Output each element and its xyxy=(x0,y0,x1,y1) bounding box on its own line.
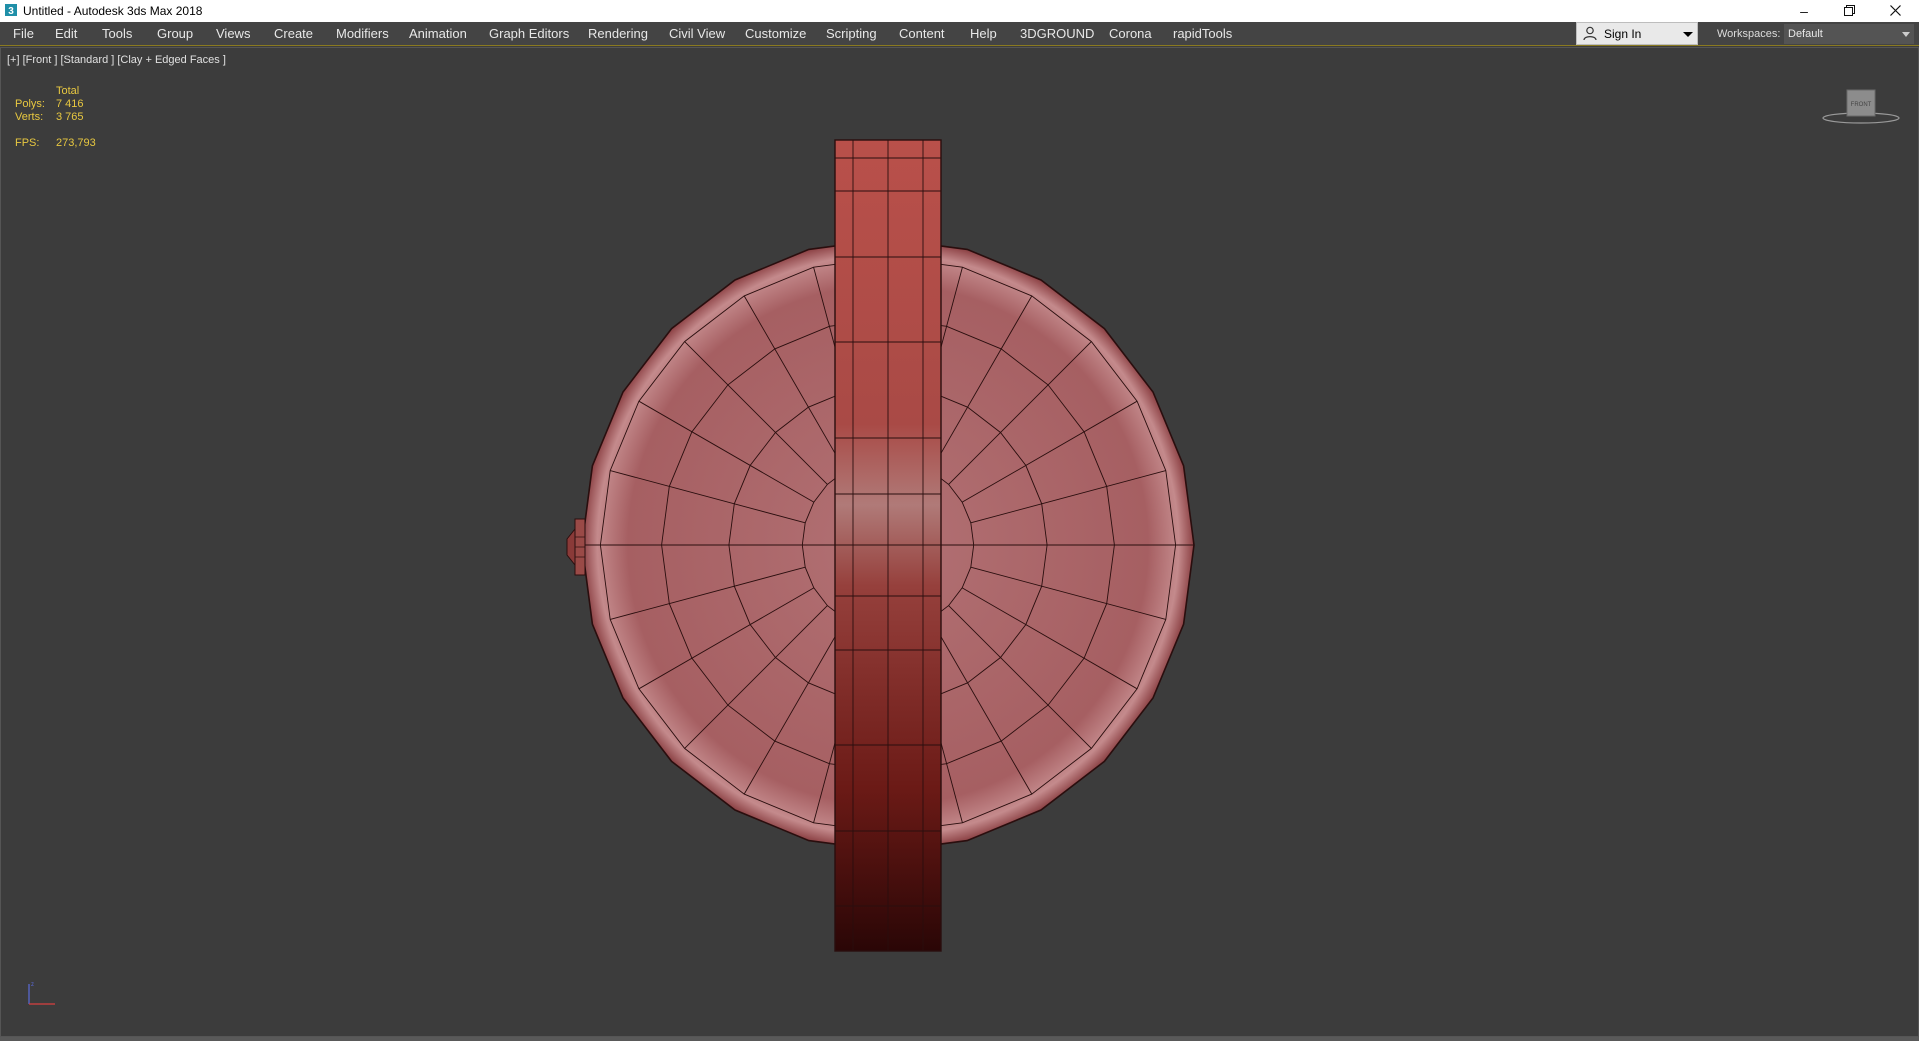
svg-text:z: z xyxy=(31,982,34,988)
menu-create[interactable]: Create xyxy=(274,26,313,41)
bar-mesh[interactable] xyxy=(834,139,942,952)
menu-animation[interactable]: Animation xyxy=(409,26,467,41)
menu-customize[interactable]: Customize xyxy=(745,26,806,41)
window-title: Untitled - Autodesk 3ds Max 2018 xyxy=(23,4,203,18)
sign-in-dropdown[interactable]: Sign In xyxy=(1576,22,1698,45)
title-bar: 3 Untitled - Autodesk 3ds Max 2018 – xyxy=(0,0,1919,22)
menu-scripting[interactable]: Scripting xyxy=(826,26,877,41)
menu-views[interactable]: Views xyxy=(216,26,250,41)
verts-value: 3 765 xyxy=(56,111,84,123)
fps-label: FPS: xyxy=(15,137,40,149)
menu-group[interactable]: Group xyxy=(157,26,193,41)
scene-canvas[interactable] xyxy=(1,48,1918,1036)
menu-content[interactable]: Content xyxy=(899,26,945,41)
chevron-down-icon xyxy=(1683,32,1693,37)
chevron-down-icon xyxy=(1902,32,1910,37)
viewport-label[interactable]: [+] [Front ] [Standard ] [Clay + Edged F… xyxy=(7,54,226,66)
bottom-border xyxy=(0,1037,1919,1041)
menu-help[interactable]: Help xyxy=(970,26,997,41)
menu-rendering[interactable]: Rendering xyxy=(588,26,648,41)
front-viewport[interactable]: [+] [Front ] [Standard ] [Clay + Edged F… xyxy=(0,47,1919,1037)
fps-value: 273,793 xyxy=(56,137,96,149)
restore-icon[interactable] xyxy=(1826,0,1872,22)
minimize-icon[interactable]: – xyxy=(1781,0,1827,22)
polys-value: 7 416 xyxy=(56,98,84,110)
menu-3dground[interactable]: 3DGROUND xyxy=(1020,26,1094,41)
axis-tripod-icon: z xyxy=(28,982,55,1005)
svg-text:3: 3 xyxy=(8,6,14,17)
polys-label: Polys: xyxy=(15,98,45,110)
menu-edit[interactable]: Edit xyxy=(55,26,77,41)
workspaces-label: Workspaces: xyxy=(1717,28,1781,40)
verts-label: Verts: xyxy=(15,111,44,123)
workspaces-value: Default xyxy=(1788,28,1823,40)
menu-civil-view[interactable]: Civil View xyxy=(669,26,725,41)
menu-corona[interactable]: Corona xyxy=(1109,26,1152,41)
menu-modifiers[interactable]: Modifiers xyxy=(336,26,389,41)
app-logo-icon: 3 xyxy=(5,4,17,17)
sign-in-label: Sign In xyxy=(1604,27,1642,41)
menu-rapidtools[interactable]: rapidTools xyxy=(1173,26,1232,41)
viewcube-icon[interactable]: FRONT xyxy=(1819,86,1903,126)
user-icon xyxy=(1583,26,1597,41)
menu-file[interactable]: File xyxy=(13,26,34,41)
menu-tools[interactable]: Tools xyxy=(102,26,132,41)
close-icon[interactable] xyxy=(1872,0,1918,22)
workspaces-select[interactable]: Default xyxy=(1784,24,1914,44)
knob-mesh[interactable] xyxy=(566,518,586,576)
stats-header: Total xyxy=(56,85,80,97)
menu-graph-editors[interactable]: Graph Editors xyxy=(489,26,569,41)
viewcube-face-label: FRONT xyxy=(1851,102,1872,108)
